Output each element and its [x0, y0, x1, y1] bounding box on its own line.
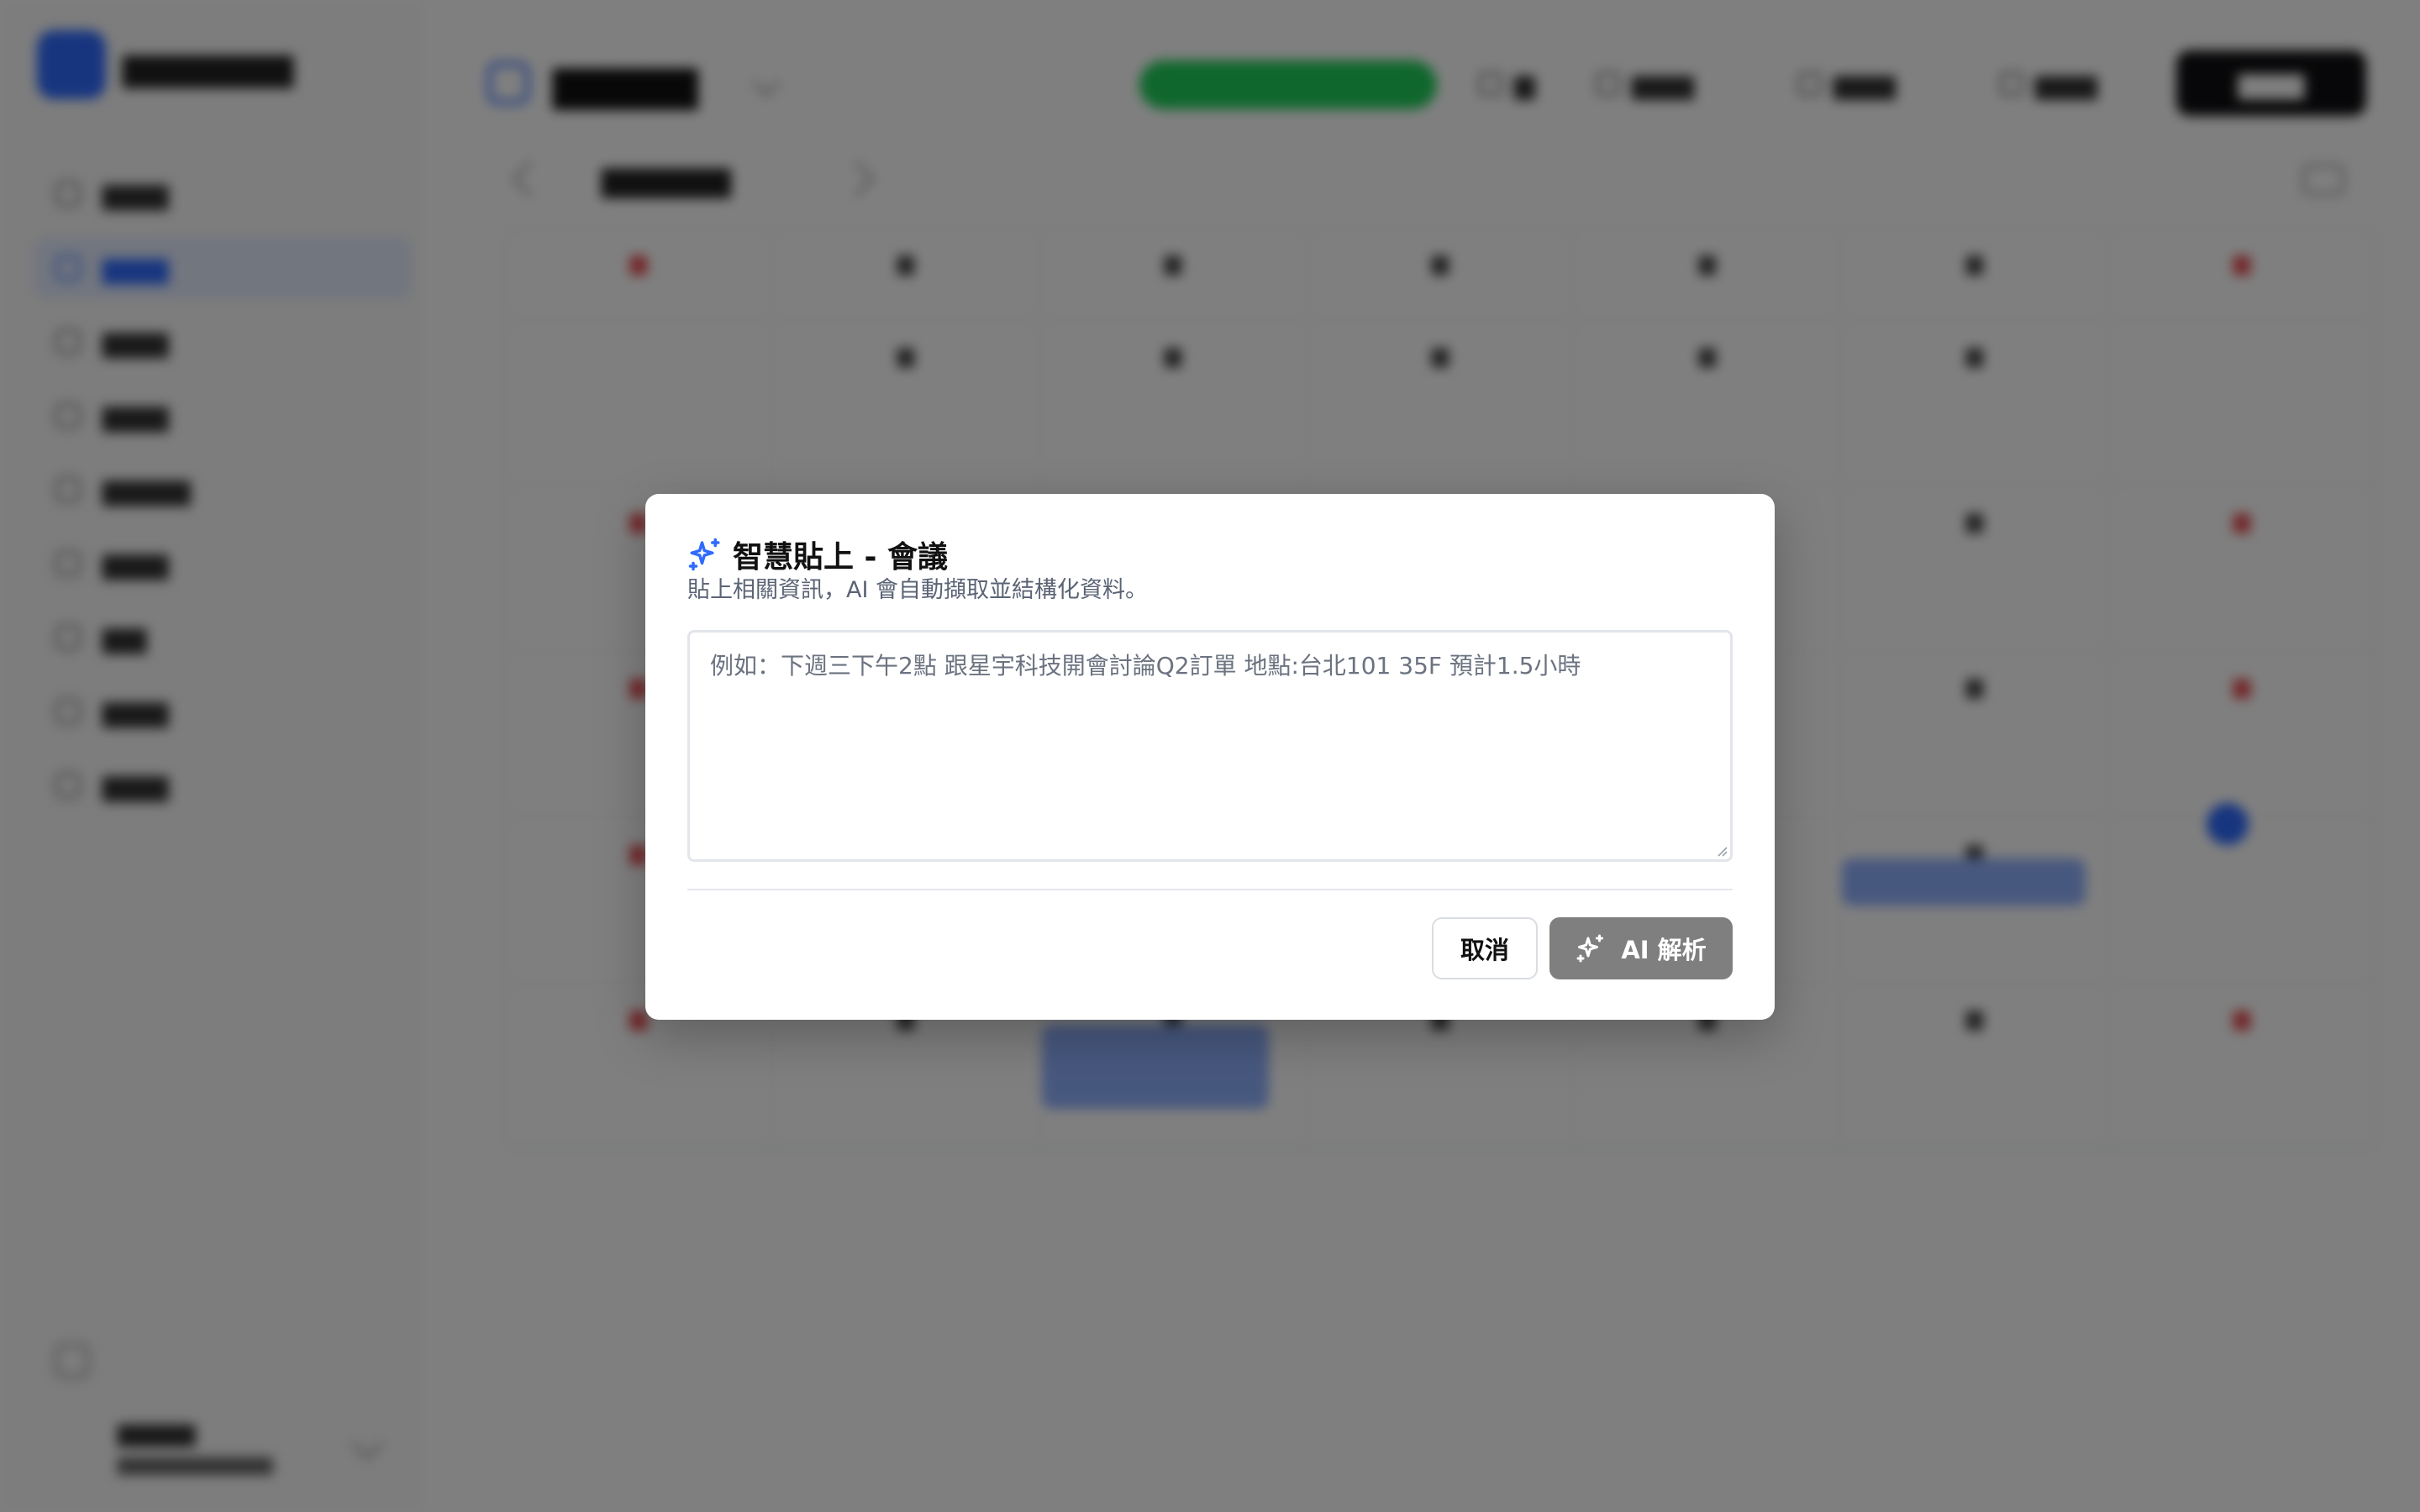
resize-handle-icon[interactable]: [1716, 845, 1728, 857]
cancel-button[interactable]: 取消: [1432, 917, 1538, 979]
sparkles-icon: [1576, 934, 1604, 963]
sparkles-icon: [688, 538, 720, 571]
dialog-title: 智慧貼上 - 會議: [733, 540, 949, 575]
paste-textarea[interactable]: [687, 630, 1733, 862]
smart-paste-dialog: 智慧貼上 - 會議 貼上相關資訊，AI 會自動擷取並結構化資料。 取消 AI 解…: [645, 494, 1775, 1020]
dialog-description: 貼上相關資訊，AI 會自動擷取並結構化資料。: [687, 577, 1149, 603]
dialog-header: 智慧貼上 - 會議: [687, 533, 948, 576]
dialog-divider: [687, 889, 1733, 890]
ai-parse-label: AI 解析: [1621, 936, 1707, 964]
ai-parse-button[interactable]: AI 解析: [1549, 917, 1733, 979]
